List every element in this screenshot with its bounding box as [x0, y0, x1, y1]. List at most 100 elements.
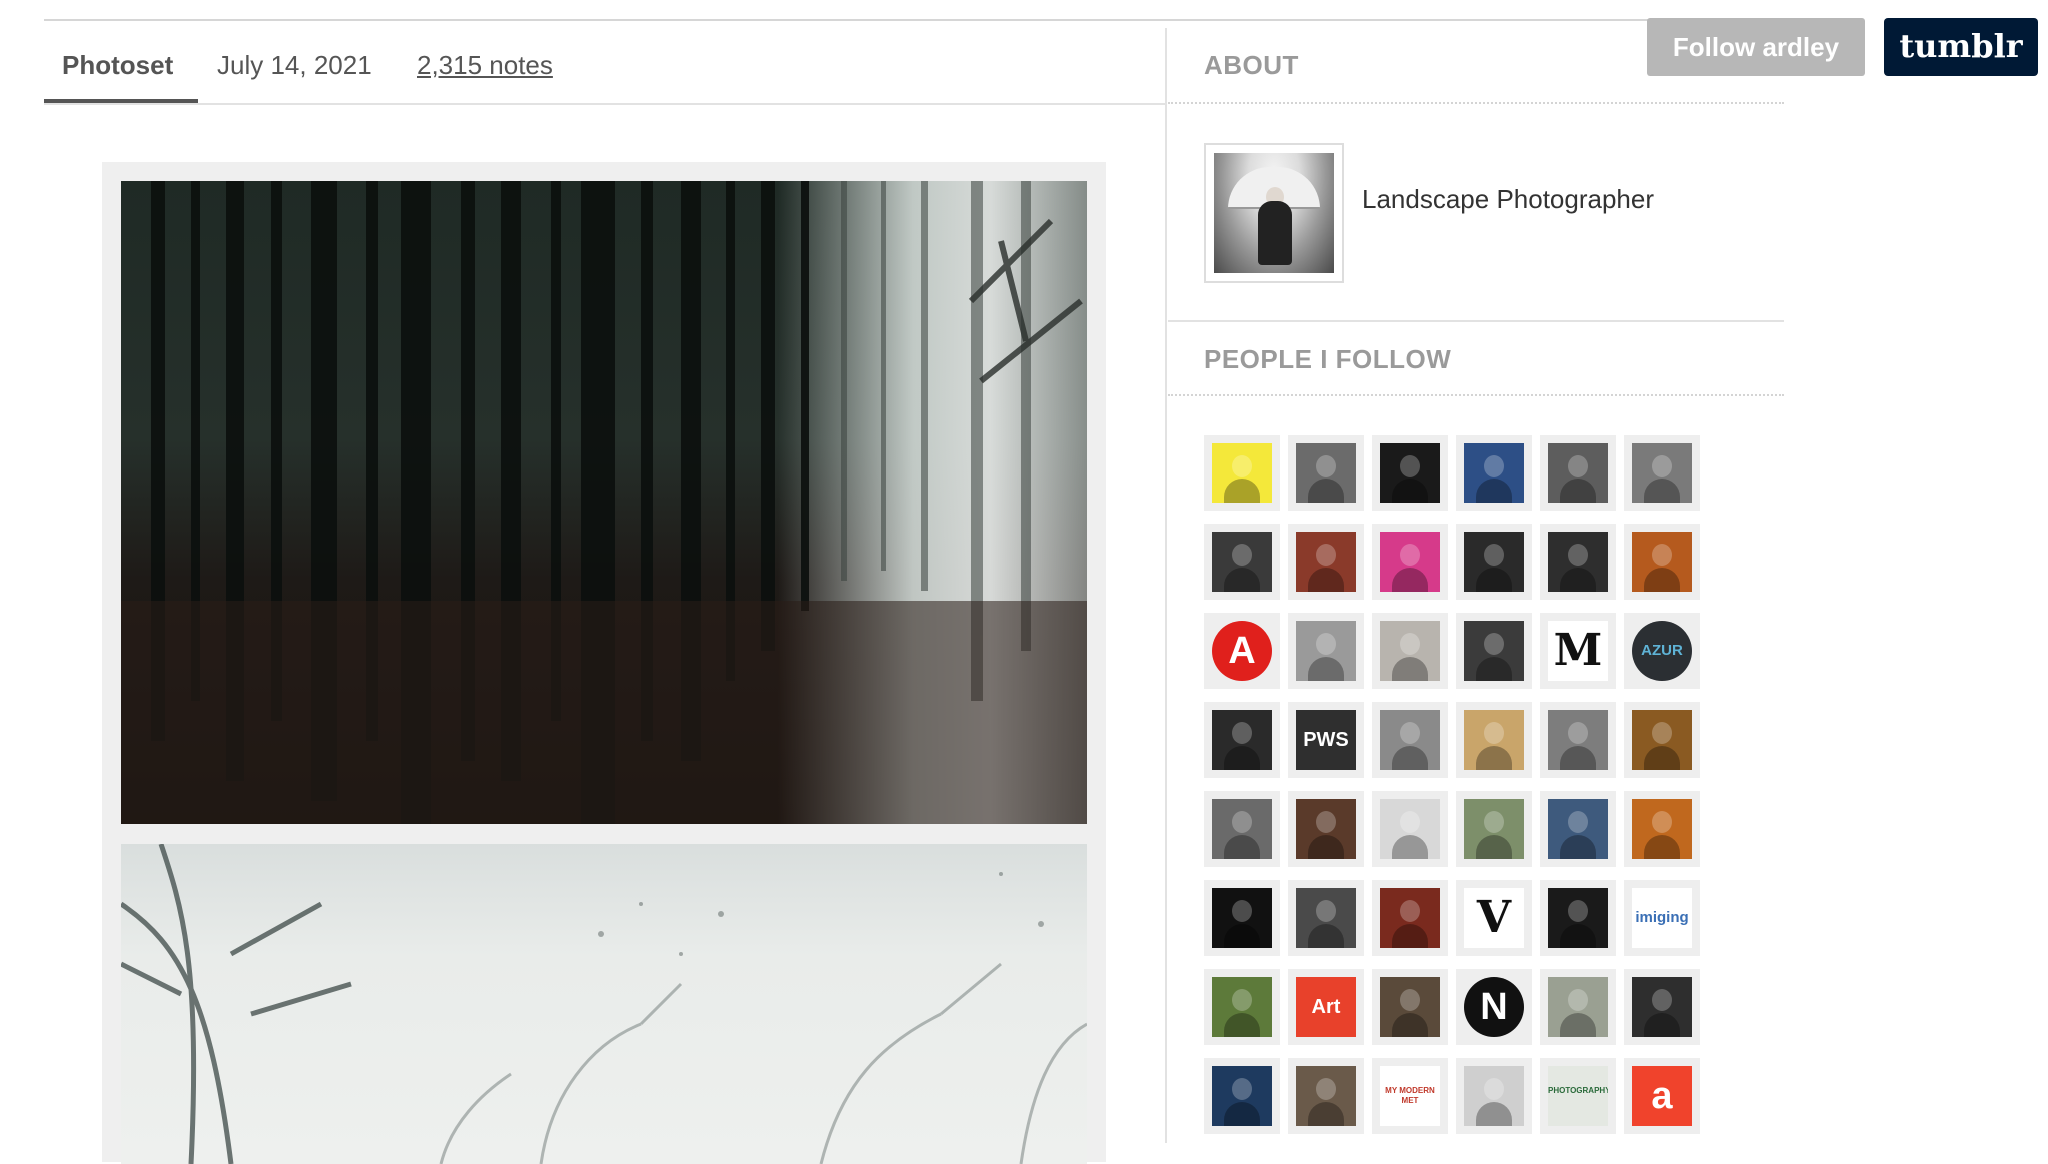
followed-blog-avatar[interactable] — [1288, 613, 1364, 689]
young-man-avatar-icon — [1212, 799, 1272, 859]
avatar-silhouette-body — [1476, 568, 1512, 592]
avatar-silhouette-body — [1476, 835, 1512, 859]
followed-blog-avatar[interactable] — [1372, 613, 1448, 689]
avatar-silhouette — [1232, 811, 1252, 833]
abstract-bw-avatar-icon — [1464, 532, 1524, 592]
red-a-logo-icon: A — [1212, 621, 1272, 681]
avatar-silhouette — [1400, 811, 1420, 833]
avatar-silhouette-body — [1308, 657, 1344, 681]
followed-blog-avatar[interactable]: MY MODERN MET — [1372, 1058, 1448, 1134]
followed-blog-avatar[interactable] — [1540, 435, 1616, 511]
followed-blog-avatar[interactable] — [1624, 524, 1700, 600]
avatar-silhouette-body — [1308, 1102, 1344, 1126]
avatar-silhouette-body — [1560, 835, 1596, 859]
followed-blog-avatar[interactable] — [1372, 791, 1448, 867]
avatar-silhouette — [1316, 1078, 1336, 1100]
followed-blog-avatar[interactable] — [1540, 702, 1616, 778]
followed-blog-avatar[interactable] — [1456, 791, 1532, 867]
woman-dark-avatar-icon — [1632, 977, 1692, 1037]
desert-figure-avatar-icon — [1464, 710, 1524, 770]
avatar-silhouette-body — [1308, 479, 1344, 503]
avatar-text: imiging — [1635, 909, 1689, 926]
followed-blog-avatar[interactable]: N — [1456, 969, 1532, 1045]
followed-blog-avatar[interactable] — [1456, 1058, 1532, 1134]
followed-blog-avatar[interactable]: V — [1456, 880, 1532, 956]
photography-sign-avatar-icon: PHOTOGRAPHY — [1548, 1066, 1608, 1126]
followed-blog-avatar[interactable] — [1288, 1058, 1364, 1134]
followed-blog-avatar[interactable] — [1540, 791, 1616, 867]
followed-blog-avatar[interactable] — [1288, 524, 1364, 600]
follow-button[interactable]: Follow ardley — [1647, 18, 1865, 76]
avatar-text: A — [1228, 630, 1256, 672]
post-date: July 14, 2021 — [217, 50, 372, 80]
avatar-silhouette — [1568, 455, 1588, 477]
followed-blog-avatar[interactable] — [1456, 613, 1532, 689]
anime-avatar-icon — [1212, 443, 1272, 503]
tumblr-logo-button[interactable]: tumblr — [1884, 18, 2038, 76]
followed-blog-avatar[interactable] — [1288, 791, 1364, 867]
followed-blog-avatar[interactable] — [1288, 880, 1364, 956]
followed-blog-avatar[interactable] — [1456, 702, 1532, 778]
forest-photo[interactable] — [121, 181, 1087, 824]
avatar-silhouette-body — [1224, 1013, 1260, 1037]
misty-branches-photo[interactable] — [121, 844, 1087, 1164]
followed-blog-avatar[interactable] — [1204, 702, 1280, 778]
blurred-face-avatar-icon — [1296, 443, 1356, 503]
avatar-silhouette-body — [1476, 746, 1512, 770]
avatar-silhouette-body — [1560, 479, 1596, 503]
followed-blog-avatar[interactable] — [1204, 1058, 1280, 1134]
followed-blog-avatar[interactable] — [1372, 435, 1448, 511]
avatar-silhouette-body — [1308, 568, 1344, 592]
post-meta-bar: Photoset July 14, 2021 2,315 notes — [44, 28, 1165, 105]
followed-blog-avatar[interactable] — [1540, 969, 1616, 1045]
avatar-silhouette-body — [1308, 924, 1344, 948]
post-notes-link[interactable]: 2,315 notes — [417, 48, 553, 82]
followed-blog-avatar[interactable]: PHOTOGRAPHY — [1540, 1058, 1616, 1134]
avatar-silhouette — [1316, 900, 1336, 922]
followed-blog-avatar[interactable] — [1624, 702, 1700, 778]
followed-blog-avatar[interactable] — [1540, 880, 1616, 956]
followed-blog-avatar[interactable] — [1204, 791, 1280, 867]
followed-blog-avatar[interactable]: M — [1540, 613, 1616, 689]
avatar-text: Art — [1311, 996, 1341, 1018]
avatar-silhouette — [1400, 633, 1420, 655]
avatar-silhouette-body — [1644, 568, 1680, 592]
followed-blog-avatar[interactable]: AZUR — [1624, 613, 1700, 689]
followed-blog-avatar[interactable] — [1204, 880, 1280, 956]
avatar-silhouette-body — [1224, 746, 1260, 770]
followed-blog-avatar[interactable]: a — [1624, 1058, 1700, 1134]
followed-blog-avatar[interactable]: A — [1204, 613, 1280, 689]
colorful-pattern-avatar-icon — [1380, 532, 1440, 592]
followed-blog-avatar[interactable] — [1204, 435, 1280, 511]
following-heading: PEOPLE I FOLLOW — [1204, 344, 1452, 374]
followed-blog-avatar[interactable] — [1456, 435, 1532, 511]
followed-blog-avatar[interactable] — [1624, 969, 1700, 1045]
avatar-silhouette — [1652, 722, 1672, 744]
following-divider — [1168, 394, 1784, 396]
blog-avatar[interactable] — [1204, 143, 1344, 283]
followed-blog-avatar[interactable] — [1372, 969, 1448, 1045]
followed-blog-avatar[interactable] — [1540, 524, 1616, 600]
sunset-silhouette-avatar-icon — [1464, 443, 1524, 503]
followed-blog-avatar[interactable] — [1456, 524, 1532, 600]
followed-blog-avatar[interactable]: Art — [1288, 969, 1364, 1045]
followed-blog-avatar[interactable] — [1372, 702, 1448, 778]
curly-hair-avatar-icon — [1548, 710, 1608, 770]
followed-blog-avatar[interactable] — [1288, 435, 1364, 511]
man-dark-avatar-icon — [1464, 621, 1524, 681]
followed-blog-avatar[interactable] — [1204, 524, 1280, 600]
followed-blog-avatar[interactable]: imiging — [1624, 880, 1700, 956]
followed-blog-avatar[interactable] — [1204, 969, 1280, 1045]
woman-portrait-avatar-icon — [1212, 532, 1272, 592]
followed-blog-avatar[interactable]: PWS — [1288, 702, 1364, 778]
avatar-silhouette — [1316, 633, 1336, 655]
followed-blog-avatar[interactable] — [1372, 524, 1448, 600]
avatar-text: PWS — [1303, 729, 1349, 751]
followed-blog-avatar[interactable] — [1624, 435, 1700, 511]
followed-blog-avatar[interactable] — [1624, 791, 1700, 867]
avatar-silhouette — [1400, 989, 1420, 1011]
art-logo-icon: Art — [1296, 977, 1356, 1037]
followed-blog-avatar[interactable] — [1372, 880, 1448, 956]
green-abstract-avatar-icon — [1464, 799, 1524, 859]
avatar-silhouette-body — [1644, 746, 1680, 770]
